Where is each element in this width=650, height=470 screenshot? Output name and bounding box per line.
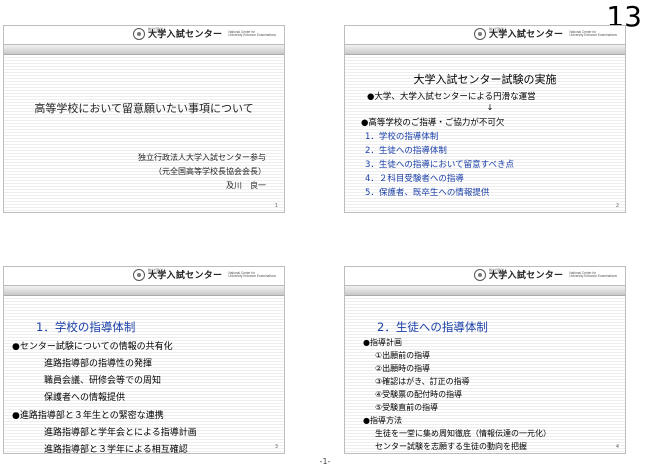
list-item: ●指導方法 (363, 416, 402, 425)
list-item: ⑤受験直前の指導 (375, 403, 439, 412)
center-logo: 独立行政法人 大学入試センター National Center for Univ… (473, 269, 617, 281)
slide-1: 独立行政法人 大学入試センター National Center for Univ… (3, 25, 285, 213)
list-item: ①出願前の指導 (375, 351, 431, 360)
logo-en-line2: University Entrance Examinations (228, 274, 276, 278)
list-item: 生徒を一堂に集め周知徹底（情報伝達の一元化） (375, 429, 551, 438)
bullet-cooperation: ●高等学校のご指導・ご協力が不可欠 (361, 118, 505, 128)
list-item: 3．生徒への指導において留意すべき点 (365, 160, 515, 170)
center-logo: 独立行政法人 大学入試センター National Center for Univ… (132, 28, 276, 40)
list-item: 2．生徒への指導体制 (365, 146, 447, 156)
logo-en-line2: University Entrance Examinations (228, 33, 276, 37)
list-item: 進路指導部の指導性の発揮 (44, 359, 153, 369)
list-item: ③確認はがき、訂正の指導 (375, 377, 470, 386)
list-item: ●センター試験についての情報の共有化 (12, 342, 173, 352)
slide-3: 独立行政法人 大学入試センター National Center for Univ… (3, 266, 285, 454)
seal-icon (473, 269, 486, 281)
list-item: 5．保護者、既卒生への情報提供 (365, 188, 490, 198)
slide-4: 独立行政法人 大学入試センター National Center for Univ… (344, 266, 626, 454)
seal-icon (132, 28, 145, 40)
list-item: ●進路指導部と３年生との緊密な連携 (12, 411, 164, 421)
slide-header: 独立行政法人 大学入試センター National Center for Univ… (345, 26, 625, 42)
seal-icon (473, 28, 486, 40)
list-item: 保護者への情報提供 (44, 393, 126, 403)
author-block: 独立行政法人大学入試センター参与 （元全国高等学校長協会会長） 及川 良一 (138, 151, 266, 193)
slide-number: 4 (615, 444, 619, 450)
slide-number: 1 (274, 203, 278, 209)
logo-main-text: 大学入試センター (147, 30, 223, 40)
list-item: ●指導計画 (363, 338, 402, 347)
slide-title: 1．学校の指導体制 (36, 320, 136, 334)
slide-header: 独立行政法人 大学入試センター National Center for Univ… (4, 26, 284, 42)
author-name: 及川 良一 (226, 181, 266, 190)
logo-en-line2: University Entrance Examinations (569, 33, 617, 37)
slide-number: 2 (615, 203, 619, 209)
center-logo: 独立行政法人 大学入試センター National Center for Univ… (473, 28, 617, 40)
slide-header: 独立行政法人 大学入試センター National Center for Univ… (4, 267, 284, 283)
header-band (345, 285, 625, 296)
slide-title: 大学入試センター試験の実施 (413, 73, 557, 86)
list-item: 1．学校の指導体制 (365, 132, 439, 142)
list-item: 進路指導部と学年会とによる指導計画 (44, 428, 197, 438)
list-item: 4．２科目受験者への指導 (365, 174, 464, 184)
bullet-operation: ●大学、大学入試センターによる円滑な運営 (367, 92, 536, 102)
header-band (4, 44, 284, 55)
list-item: センター試験を志願する生徒の動向を把握 (375, 442, 527, 451)
header-band (4, 285, 284, 296)
list-item: ④受験票の配付時の指導 (375, 390, 463, 399)
list-item: 職員会議、研修会等での周知 (44, 376, 162, 386)
slide-2: 独立行政法人 大学入試センター National Center for Univ… (344, 25, 626, 213)
logo-en-line2: University Entrance Examinations (569, 274, 617, 278)
logo-main-text: 大学入試センター (488, 271, 564, 281)
slide-title: 高等学校において留意願いたい事項について (34, 102, 254, 115)
author-org: 独立行政法人大学入試センター参与 (138, 153, 266, 162)
logo-main-text: 大学入試センター (147, 271, 223, 281)
slide-number: 3 (274, 444, 278, 450)
author-former-title: （元全国高等学校長協会会長） (154, 167, 266, 176)
slide-header: 独立行政法人 大学入試センター National Center for Univ… (345, 267, 625, 283)
header-band (345, 44, 625, 55)
seal-icon (132, 269, 145, 281)
down-arrow-icon: ↓ (486, 103, 494, 112)
list-item: ②出願時の指導 (375, 364, 431, 373)
logo-main-text: 大学入試センター (488, 30, 564, 40)
center-logo: 独立行政法人 大学入試センター National Center for Univ… (132, 269, 276, 281)
list-item: 進路指導部と３学年による相互確認 (44, 445, 188, 454)
slide-title: 2．生徒への指導体制 (377, 320, 488, 334)
footer-page-number: -1- (319, 457, 331, 466)
